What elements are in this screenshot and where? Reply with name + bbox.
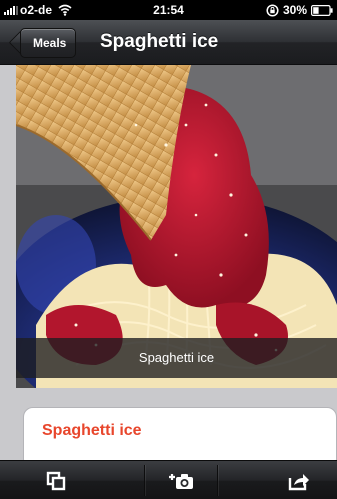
photo-caption: Spaghetti ice (16, 338, 337, 378)
meal-card-title: Spaghetti ice (42, 422, 142, 439)
page-title: Spaghetti ice (100, 31, 219, 52)
share-icon (288, 473, 309, 490)
battery-label: 30% (282, 3, 307, 17)
status-right: 30% (266, 3, 333, 17)
rotation-lock-icon (266, 3, 279, 17)
back-button[interactable]: Meals (20, 28, 77, 58)
add-photo-icon (169, 473, 193, 489)
share-button[interactable] (260, 461, 337, 499)
back-button-area: Meals (0, 20, 100, 64)
copy-button[interactable] (0, 461, 112, 499)
copy-icon (46, 471, 66, 490)
screen: o2-de 21:54 30% Meals Spaghetti ice Spag… (0, 0, 337, 499)
add-photo-button[interactable] (145, 461, 217, 499)
bottom-toolbar (0, 460, 337, 499)
navigation-bar: Meals Spaghetti ice (0, 20, 337, 65)
status-bar: o2-de 21:54 30% (0, 0, 337, 20)
toolbar-separator (217, 465, 218, 496)
battery-icon (311, 4, 333, 16)
